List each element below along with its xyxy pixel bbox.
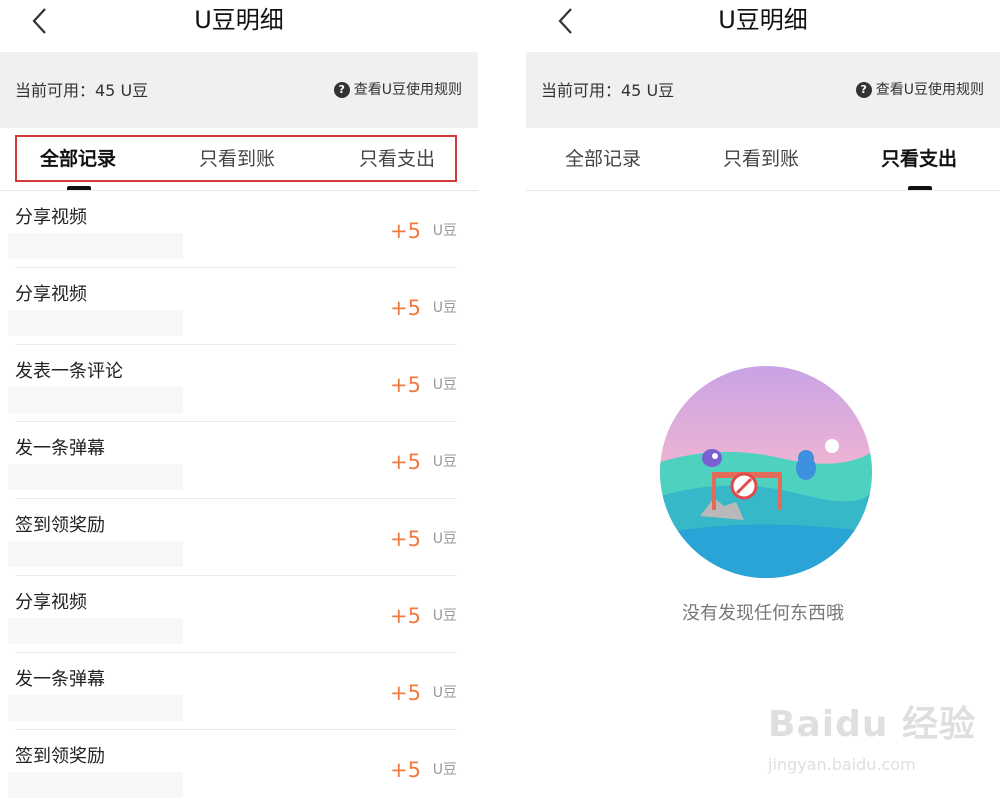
header: U豆明细	[0, 0, 478, 52]
record-title: 分享视频	[15, 207, 87, 228]
record-date-blurred	[8, 387, 183, 413]
balance-text: 当前可用：45 U豆	[541, 81, 675, 100]
record-date-blurred	[8, 310, 183, 336]
record-unit: U豆	[432, 377, 457, 393]
record-amount: +5	[390, 450, 421, 474]
tab-label: 全部记录	[40, 148, 117, 170]
question-circle-icon: ?	[333, 82, 350, 98]
record-list: 分享视频 +5 U豆 分享视频 +5 U豆 发表一条评论 +5 U豆 发一条弹幕…	[0, 191, 478, 801]
record-unit: U豆	[432, 531, 457, 547]
tab-label: 全部记录	[565, 148, 642, 170]
question-circle-icon: ?	[855, 82, 872, 98]
empty-state-message: 没有发现任何东西哦	[682, 603, 844, 624]
rules-link-label: 查看U豆使用规则	[353, 82, 462, 98]
tab-received-only[interactable]: 只看到账	[723, 128, 799, 190]
tab-bar: 全部记录 只看到账 只看支出	[0, 128, 478, 191]
record-date-blurred	[8, 233, 183, 259]
page-title: U豆明细	[194, 6, 284, 34]
record-unit: U豆	[432, 300, 457, 316]
rules-link[interactable]: ? 查看U豆使用规则	[333, 81, 462, 99]
list-item[interactable]: 分享视频 +5 U豆	[8, 268, 457, 345]
record-title: 分享视频	[15, 284, 87, 305]
balance-text: 当前可用：45 U豆	[15, 81, 149, 100]
panel-all-records: U豆明细 当前可用：45 U豆 ? 查看U豆使用规则 全部记录 只看到账 只看支…	[0, 0, 478, 801]
watermark-url: jingyan.baidu.com	[768, 755, 916, 774]
record-amount: +5	[390, 758, 421, 782]
balance-bar: 当前可用：45 U豆 ? 查看U豆使用规则	[526, 52, 1000, 128]
record-title: 分享视频	[15, 592, 87, 613]
record-date-blurred	[8, 618, 183, 644]
record-unit: U豆	[432, 685, 457, 701]
rules-link[interactable]: ? 查看U豆使用规则	[855, 81, 984, 99]
record-amount: +5	[390, 604, 421, 628]
record-date-blurred	[8, 541, 183, 567]
record-unit: U豆	[432, 762, 457, 778]
list-item[interactable]: 签到领奖励 +5 U豆	[8, 730, 457, 801]
empty-state-illustration	[660, 366, 872, 578]
list-item[interactable]: 发表一条评论 +5 U豆	[8, 345, 457, 422]
record-title: 发一条弹幕	[15, 438, 105, 459]
tab-spent-only[interactable]: 只看支出	[359, 128, 435, 190]
header: U豆明细	[526, 0, 1000, 52]
tab-active-indicator	[908, 186, 932, 190]
watermark-brand: Baidu 经验	[768, 704, 977, 745]
record-date-blurred	[8, 695, 183, 721]
record-unit: U豆	[432, 454, 457, 470]
page-title: U豆明细	[718, 6, 808, 34]
list-item[interactable]: 发一条弹幕 +5 U豆	[8, 422, 457, 499]
watermark: Baidu 经验 jingyan.baidu.com	[764, 692, 1000, 801]
record-title: 签到领奖励	[15, 515, 105, 536]
tab-spent-only[interactable]: 只看支出	[881, 128, 957, 190]
record-unit: U豆	[432, 223, 457, 239]
panel-divider	[478, 0, 526, 801]
record-amount: +5	[390, 219, 421, 243]
record-date-blurred	[8, 772, 183, 798]
balance-bar: 当前可用：45 U豆 ? 查看U豆使用规则	[0, 52, 478, 128]
record-amount: +5	[390, 373, 421, 397]
tab-label: 只看到账	[723, 148, 800, 170]
record-unit: U豆	[432, 608, 457, 624]
record-title: 发表一条评论	[15, 361, 123, 382]
tab-received-only[interactable]: 只看到账	[199, 128, 275, 190]
tab-label: 只看支出	[359, 148, 436, 170]
list-item[interactable]: 发一条弹幕 +5 U豆	[8, 653, 457, 730]
tab-label: 只看到账	[199, 148, 276, 170]
tab-all-records[interactable]: 全部记录	[565, 128, 641, 190]
record-title: 发一条弹幕	[15, 669, 105, 690]
record-title: 签到领奖励	[15, 746, 105, 767]
record-amount: +5	[390, 681, 421, 705]
panel-spent-only: U豆明细 当前可用：45 U豆 ? 查看U豆使用规则 全部记录 只看到账 只看支…	[526, 0, 1000, 801]
list-item[interactable]: 分享视频 +5 U豆	[8, 191, 457, 268]
rules-link-label: 查看U豆使用规则	[875, 82, 984, 98]
tab-bar: 全部记录 只看到账 只看支出	[526, 128, 1000, 191]
record-amount: +5	[390, 527, 421, 551]
tab-label: 只看支出	[881, 148, 958, 170]
tab-all-records[interactable]: 全部记录	[40, 128, 116, 190]
tab-active-indicator	[67, 186, 91, 190]
list-item[interactable]: 分享视频 +5 U豆	[8, 576, 457, 653]
list-item[interactable]: 签到领奖励 +5 U豆	[8, 499, 457, 576]
record-date-blurred	[8, 464, 183, 490]
record-amount: +5	[390, 296, 421, 320]
